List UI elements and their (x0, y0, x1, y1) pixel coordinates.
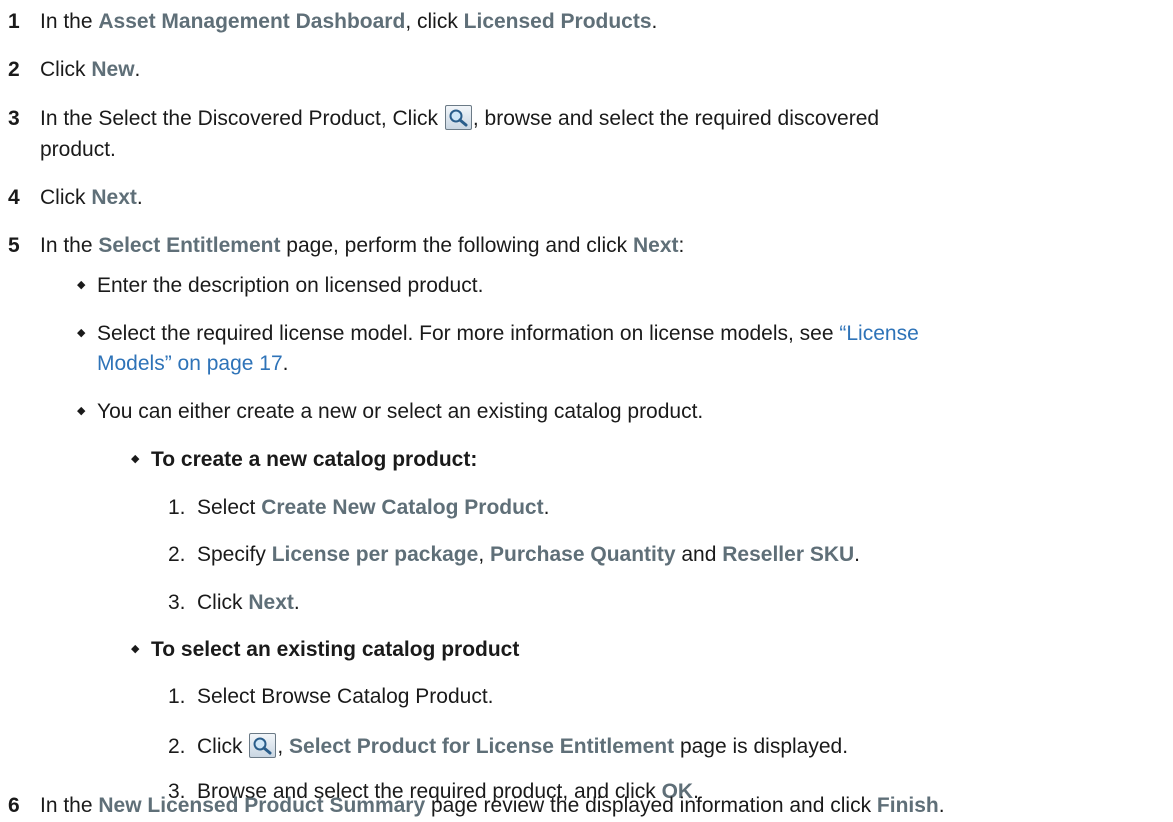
text-fragment: Click (40, 186, 92, 209)
bullet-text: You can either create a new or select an… (97, 400, 704, 423)
step-number: 2 (8, 58, 20, 81)
text-fragment: . (651, 10, 658, 33)
sub-step-number: 3. (168, 591, 186, 614)
ui-term-finish: Finish (876, 794, 939, 817)
text-fragment: : (678, 234, 685, 257)
magnifier-search-icon (249, 733, 277, 758)
sub-heading: To select an existing catalog product (151, 638, 520, 661)
step-text: Click New. (40, 56, 140, 83)
text-fragment: , browse and select the required discove… (472, 107, 880, 130)
ui-term-license-per-package: License per package (271, 543, 479, 566)
sub-step-text: Select Create New Catalog Product. (197, 494, 549, 521)
diamond-bullet-icon: ◆ (77, 405, 86, 417)
bullet-text: Models” on page 17. (97, 350, 288, 377)
ui-term-create-new-catalog-product: Create New Catalog Product (261, 496, 544, 519)
text-fragment: Click (197, 591, 249, 614)
text-fragment: In the Select the Discovered Product, Cl… (40, 107, 444, 130)
step-number: 6 (8, 794, 20, 817)
license-models-link[interactable]: “License (839, 322, 918, 345)
bullet-text: Select the required license model. For m… (97, 320, 919, 347)
text-fragment: product. (40, 138, 116, 161)
text-fragment: . (938, 794, 945, 817)
step-number: 3 (8, 107, 20, 130)
text-fragment: . (136, 186, 143, 209)
step-text: In the Select Entitlement page, perform … (40, 232, 684, 259)
ui-term-select-entitlement: Select Entitlement (98, 234, 281, 257)
step-number: 4 (8, 186, 20, 209)
diamond-bullet-icon: ◆ (131, 453, 140, 465)
text-fragment: , (478, 543, 490, 566)
text-fragment: . (134, 58, 141, 81)
step-text: In the New Licensed Product Summary page… (40, 792, 945, 819)
text-fragment: page review the displayed information an… (425, 794, 877, 817)
ui-term-new-licensed-product-summary: New Licensed Product Summary (98, 794, 426, 817)
step-text: Click Next. (40, 184, 143, 211)
text-fragment: In the (40, 10, 99, 33)
sub-step-number: 1. (168, 496, 186, 519)
sub-step-number: 2. (168, 735, 186, 758)
ui-term-new: New (91, 58, 135, 81)
license-models-link[interactable]: Models” on page 17 (97, 352, 283, 375)
step-text: In the Select the Discovered Product, Cl… (40, 105, 879, 132)
text-fragment: Click (197, 735, 249, 758)
text-fragment: , click (405, 10, 464, 33)
sub-step-number: 2. (168, 543, 186, 566)
sub-step-text: Click Next. (197, 589, 300, 616)
text-fragment: Click (40, 58, 92, 81)
step-number: 5 (8, 234, 20, 257)
sub-step-number: 1. (168, 685, 186, 708)
diamond-bullet-icon: ◆ (77, 327, 86, 339)
text-fragment: In the (40, 234, 99, 257)
bullet-text: Enter the description on licensed produc… (97, 274, 484, 297)
diamond-bullet-icon: ◆ (77, 279, 86, 291)
text-fragment: , (277, 735, 290, 758)
sub-step-text: Specify License per package, Purchase Qu… (197, 541, 860, 568)
ui-term-asset-management-dashboard: Asset Management Dashboard (98, 10, 406, 33)
ui-term-next: Next (248, 591, 294, 614)
text-fragment: . (293, 591, 300, 614)
text-fragment: Select (197, 496, 262, 519)
sub-heading: To create a new catalog product: (151, 448, 478, 471)
sub-step-text: Click , Select Product for License Entit… (197, 733, 848, 760)
text-fragment: . (543, 496, 550, 519)
sub-step-text: Select Browse Catalog Product. (197, 685, 494, 708)
ui-term-purchase-quantity: Purchase Quantity (489, 543, 676, 566)
text-fragment: page, perform the following and click (280, 234, 633, 257)
magnifier-search-icon (444, 105, 472, 130)
text-fragment: In the (40, 794, 99, 817)
ui-term-reseller-sku: Reseller SKU (722, 543, 855, 566)
text-fragment: Select the required license model. For m… (97, 322, 840, 345)
text-fragment: Specify (197, 543, 272, 566)
ui-term-next: Next (632, 234, 679, 257)
text-fragment: and (675, 543, 723, 566)
step-number: 1 (8, 10, 20, 33)
ui-term-select-product-for-license-entitlement: Select Product for License Entitlement (289, 735, 675, 758)
diamond-bullet-icon: ◆ (131, 643, 140, 655)
ui-term-next: Next (91, 186, 137, 209)
ui-term-licensed-products: Licensed Products (463, 10, 652, 33)
text-fragment: . (282, 352, 289, 375)
text-fragment: page is displayed. (674, 735, 849, 758)
step-text: In the Asset Management Dashboard, click… (40, 8, 657, 35)
text-fragment: . (854, 543, 861, 566)
